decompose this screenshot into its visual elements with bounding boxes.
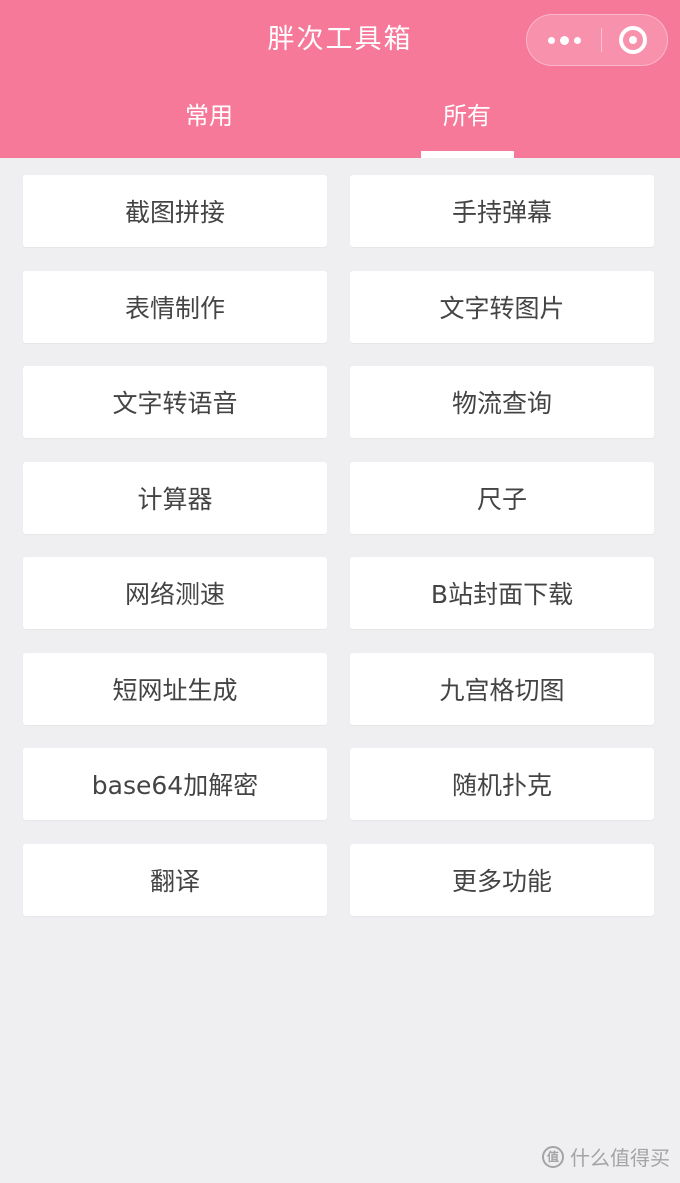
miniprogram-capsule	[526, 14, 668, 66]
watermark-text: 什么值得买	[570, 1146, 670, 1170]
tool-logistics-query[interactable]: 物流查询	[350, 366, 654, 438]
tool-nine-grid-cut[interactable]: 九宫格切图	[350, 652, 654, 725]
tool-grid: 截图拼接 手持弹幕 表情制作 文字转图片 文字转语音 物流查询 计算器 尺子 网…	[23, 175, 654, 916]
tool-emoji-maker[interactable]: 表情制作	[23, 270, 327, 343]
tool-handheld-danmaku[interactable]: 手持弹幕	[350, 175, 654, 247]
watermark-badge-icon: 值	[542, 1145, 564, 1168]
watermark: 值 什么值得买	[542, 1142, 670, 1171]
tool-text-to-speech[interactable]: 文字转语音	[23, 366, 327, 438]
tool-short-url[interactable]: 短网址生成	[23, 652, 327, 725]
tool-base64[interactable]: base64加解密	[23, 748, 327, 820]
close-target-icon[interactable]	[619, 26, 647, 54]
tool-bilibili-cover-download[interactable]: B站封面下载	[350, 557, 654, 629]
capsule-divider	[601, 28, 602, 52]
tool-network-speed-test[interactable]: 网络测速	[23, 557, 327, 629]
more-dots-icon[interactable]	[527, 15, 601, 65]
tool-ruler[interactable]: 尺子	[350, 461, 654, 534]
header-bar: 胖次工具箱 常用 所有	[0, 0, 680, 158]
tool-translate[interactable]: 翻译	[23, 843, 327, 916]
tool-random-poker[interactable]: 随机扑克	[350, 748, 654, 820]
tool-screenshot-stitch[interactable]: 截图拼接	[23, 175, 327, 247]
tab-active-indicator	[421, 151, 514, 158]
tab-all[interactable]: 所有	[417, 96, 517, 136]
tool-more-features[interactable]: 更多功能	[350, 843, 654, 916]
tool-calculator[interactable]: 计算器	[23, 461, 327, 534]
tab-common[interactable]: 常用	[159, 96, 259, 136]
tool-text-to-image[interactable]: 文字转图片	[350, 270, 654, 343]
